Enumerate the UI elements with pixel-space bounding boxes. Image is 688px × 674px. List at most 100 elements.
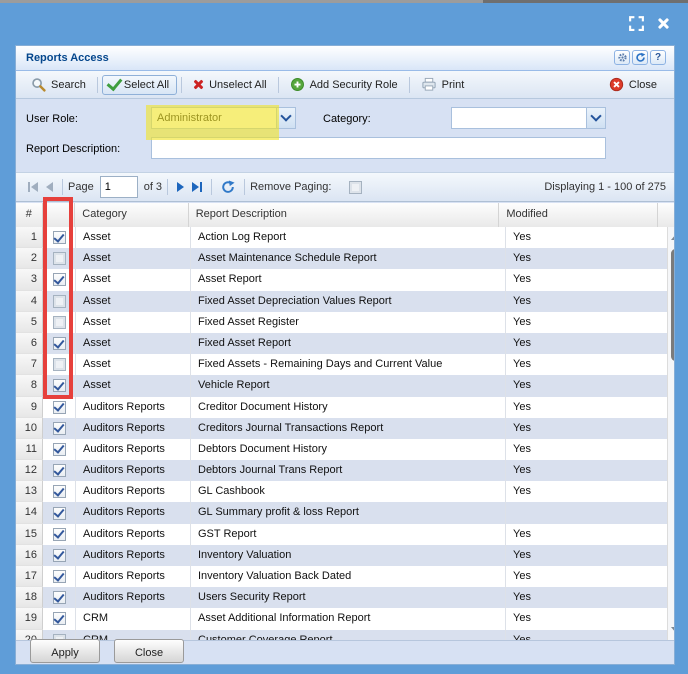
- row-checkbox-cell: [43, 587, 76, 608]
- select-all-button[interactable]: Select All: [102, 75, 177, 95]
- refresh-icon[interactable]: [632, 50, 648, 65]
- next-page-button[interactable]: [177, 182, 184, 192]
- close-icon[interactable]: [654, 14, 672, 32]
- refresh-grid-icon[interactable]: [221, 180, 235, 194]
- page-count-label: of 3: [144, 181, 162, 193]
- toolbar: Search Select All Unselect All Add Secur…: [16, 71, 674, 99]
- row-checkbox[interactable]: [53, 358, 66, 371]
- unselect-all-button[interactable]: Unselect All: [186, 76, 273, 94]
- row-checkbox[interactable]: [53, 252, 66, 265]
- gear-icon[interactable]: [614, 50, 630, 65]
- row-checkbox[interactable]: [53, 485, 66, 498]
- row-checkbox[interactable]: [53, 316, 66, 329]
- table-row[interactable]: 18Auditors ReportsUsers Security ReportY…: [16, 587, 667, 608]
- remove-paging-checkbox[interactable]: [349, 181, 362, 194]
- row-checkbox[interactable]: [53, 443, 66, 456]
- row-checkbox[interactable]: [53, 273, 66, 286]
- table-row[interactable]: 9Auditors ReportsCreditor Document Histo…: [16, 397, 667, 418]
- row-checkbox[interactable]: [53, 507, 66, 520]
- vertical-scrollbar[interactable]: [667, 227, 675, 640]
- row-number-cell: 14: [16, 502, 43, 523]
- help-icon[interactable]: ?: [650, 50, 666, 65]
- table-row[interactable]: 10Auditors ReportsCreditors Journal Tran…: [16, 418, 667, 439]
- row-checkbox[interactable]: [53, 612, 66, 625]
- row-checkbox[interactable]: [53, 591, 66, 604]
- row-checkbox[interactable]: [53, 570, 66, 583]
- modified-cell: Yes: [506, 312, 667, 333]
- modified-cell: Yes: [506, 397, 667, 418]
- row-checkbox-cell: [43, 333, 76, 354]
- table-row[interactable]: 6AssetFixed Asset ReportYes: [16, 333, 667, 354]
- column-header-modified[interactable]: Modified: [499, 203, 658, 227]
- scrollbar-thumb[interactable]: [671, 249, 675, 361]
- modified-cell: Yes: [506, 439, 667, 460]
- table-row[interactable]: 12Auditors ReportsDebtors Journal Trans …: [16, 460, 667, 481]
- paging-toolbar: Page of 3 Remove Paging: Displaying 1 - …: [16, 172, 674, 202]
- page-number-input[interactable]: [100, 176, 138, 198]
- category-cell: Asset: [76, 248, 191, 269]
- first-page-button[interactable]: [28, 182, 38, 192]
- search-icon: [31, 77, 46, 92]
- prev-page-button[interactable]: [46, 182, 53, 192]
- table-row[interactable]: 1AssetAction Log ReportYes: [16, 227, 667, 248]
- column-header-description[interactable]: Report Description: [189, 203, 500, 227]
- modified-cell: Yes: [506, 524, 667, 545]
- apply-button[interactable]: Apply: [30, 639, 100, 663]
- row-checkbox[interactable]: [53, 401, 66, 414]
- table-row[interactable]: 19CRMAsset Additional Information Report…: [16, 608, 667, 629]
- row-checkbox[interactable]: [53, 337, 66, 350]
- modified-cell: Yes: [506, 354, 667, 375]
- row-checkbox[interactable]: [53, 295, 66, 308]
- row-checkbox[interactable]: [53, 549, 66, 562]
- close-footer-button[interactable]: Close: [114, 639, 184, 663]
- last-page-button[interactable]: [192, 182, 202, 192]
- table-row[interactable]: 2 AssetAsset Maintenance Schedule ReportY…: [16, 248, 667, 269]
- row-checkbox[interactable]: [53, 231, 66, 244]
- table-row[interactable]: 7AssetFixed Assets - Remaining Days and …: [16, 354, 667, 375]
- row-number-cell: 2: [16, 248, 43, 269]
- scroll-down-icon[interactable]: [668, 622, 675, 638]
- column-header-category[interactable]: Category: [75, 203, 188, 227]
- chevron-down-icon[interactable]: [276, 108, 295, 128]
- table-row[interactable]: 13Auditors ReportsGL CashbookYes: [16, 481, 667, 502]
- row-number-cell: 13: [16, 481, 43, 502]
- category-cell: Auditors Reports: [76, 481, 191, 502]
- category-label: Category:: [323, 113, 371, 125]
- column-header-checkbox[interactable]: [43, 203, 76, 227]
- user-role-combobox[interactable]: Administrator: [151, 107, 296, 129]
- close-button[interactable]: Close: [602, 74, 664, 95]
- column-header-number[interactable]: #: [16, 203, 43, 227]
- table-row[interactable]: 5AssetFixed Asset RegisterYes: [16, 312, 667, 333]
- row-checkbox[interactable]: [53, 528, 66, 541]
- fullscreen-icon[interactable]: [627, 14, 645, 32]
- row-checkbox[interactable]: [53, 464, 66, 477]
- search-button[interactable]: Search: [24, 74, 93, 95]
- table-row[interactable]: 14Auditors ReportsGL Summary profit & lo…: [16, 502, 667, 523]
- table-row[interactable]: 17Auditors ReportsInventory Valuation Ba…: [16, 566, 667, 587]
- table-row[interactable]: 8AssetVehicle ReportYes: [16, 375, 667, 396]
- table-row[interactable]: 4AssetFixed Asset Depreciation Values Re…: [16, 291, 667, 312]
- row-number-cell: 3: [16, 269, 43, 290]
- row-checkbox-cell: [43, 524, 76, 545]
- add-security-role-button[interactable]: Add Security Role: [283, 74, 405, 95]
- table-row[interactable]: 20CRMCustomer Coverage ReportYes: [16, 630, 667, 640]
- print-button[interactable]: Print: [414, 74, 472, 95]
- report-description-input[interactable]: [151, 137, 606, 159]
- row-checkbox-cell: [43, 545, 76, 566]
- description-cell: Users Security Report: [191, 587, 506, 608]
- table-row[interactable]: 11Auditors ReportsDebtors Document Histo…: [16, 439, 667, 460]
- category-combobox[interactable]: [451, 107, 606, 129]
- table-row[interactable]: 15Auditors ReportsGST ReportYes: [16, 524, 667, 545]
- modified-cell: Yes: [506, 269, 667, 290]
- row-number-cell: 7: [16, 354, 43, 375]
- column-header-spacer: [658, 203, 674, 227]
- table-row[interactable]: 16Auditors ReportsInventory ValuationYes: [16, 545, 667, 566]
- row-checkbox[interactable]: [53, 379, 66, 392]
- table-row[interactable]: 3AssetAsset ReportYes: [16, 269, 667, 290]
- row-checkbox[interactable]: [53, 422, 66, 435]
- chevron-down-icon[interactable]: [586, 108, 605, 128]
- description-cell: Asset Maintenance Schedule Report: [191, 248, 506, 269]
- description-cell: Fixed Asset Depreciation Values Report: [191, 291, 506, 312]
- modified-cell: Yes: [506, 248, 667, 269]
- scroll-up-icon[interactable]: [668, 229, 675, 245]
